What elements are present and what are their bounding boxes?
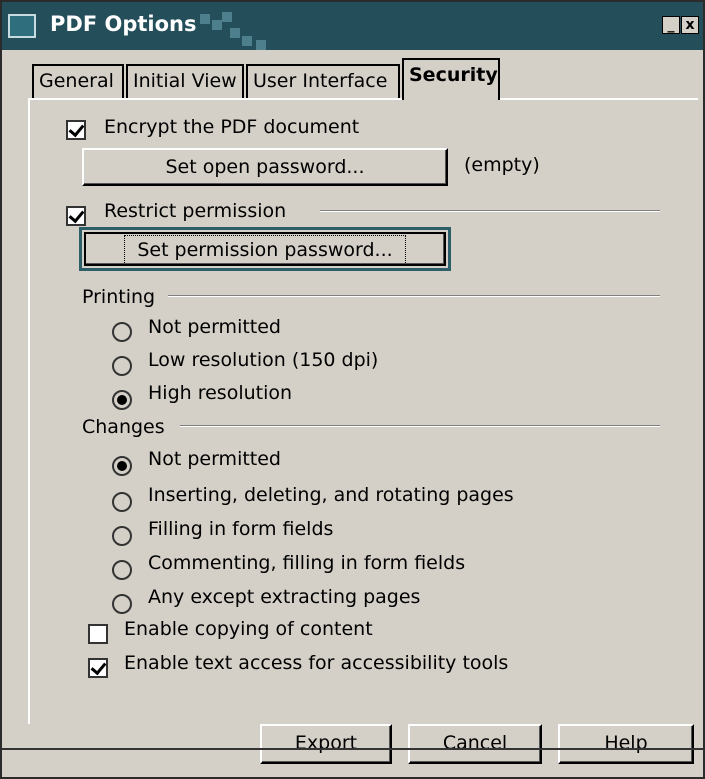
printing-high-resolution-label: High resolution	[148, 382, 293, 404]
changes-commenting-label: Commenting, filling in form fields	[148, 552, 466, 574]
changes-not-permitted-label: Not permitted	[148, 448, 281, 470]
set-open-password-button[interactable]: Set open password...	[82, 148, 448, 186]
pdf-options-dialog: PDF Options _ x General Initial View Use…	[0, 0, 705, 779]
title-bar[interactable]: PDF Options _ x	[2, 2, 703, 50]
tab-general[interactable]: General	[32, 64, 124, 98]
printing-low-resolution-label: Low resolution (150 dpi)	[148, 349, 379, 371]
window-title: PDF Options	[50, 12, 197, 36]
set-permission-password-button[interactable]: Set permission password...	[79, 227, 451, 271]
changes-commenting-radio[interactable]	[112, 560, 132, 580]
tab-user-interface[interactable]: User Interface	[246, 64, 400, 98]
enable-copying-checkbox[interactable]	[88, 624, 108, 644]
printing-high-resolution-radio[interactable]	[112, 390, 132, 410]
tab-initial-view[interactable]: Initial View	[126, 64, 244, 98]
tab-security[interactable]: Security	[402, 58, 500, 100]
changes-any-except-extracting-radio[interactable]	[112, 594, 132, 614]
open-password-status: (empty)	[464, 154, 540, 176]
printing-divider	[168, 295, 660, 297]
changes-heading: Changes	[82, 416, 165, 438]
changes-inserting-label: Inserting, deleting, and rotating pages	[148, 484, 514, 506]
changes-inserting-radio[interactable]	[112, 492, 132, 512]
encrypt-label: Encrypt the PDF document	[104, 116, 360, 138]
printing-not-permitted-radio[interactable]	[112, 322, 132, 342]
dialog-bottom-edge	[2, 748, 703, 750]
changes-any-except-extracting-label: Any except extracting pages	[148, 586, 421, 608]
enable-copying-label: Enable copying of content	[124, 618, 373, 640]
window-menu-icon[interactable]	[8, 14, 36, 38]
title-decoration	[200, 10, 290, 50]
printing-low-resolution-radio[interactable]	[112, 356, 132, 376]
enable-accessibility-checkbox[interactable]	[88, 658, 108, 678]
restrict-permission-label: Restrict permission	[104, 200, 287, 222]
changes-divider	[180, 425, 660, 427]
printing-not-permitted-label: Not permitted	[148, 316, 281, 338]
set-permission-password-label: Set permission password...	[124, 235, 406, 265]
encrypt-checkbox[interactable]	[66, 120, 86, 140]
changes-filling-forms-radio[interactable]	[112, 526, 132, 546]
close-button[interactable]: x	[681, 16, 699, 34]
restrict-divider	[320, 210, 660, 212]
cancel-button[interactable]: Cancel	[408, 724, 542, 764]
restrict-permission-checkbox[interactable]	[66, 206, 86, 226]
enable-accessibility-label: Enable text access for accessibility too…	[124, 652, 509, 674]
export-button[interactable]: Export	[260, 724, 392, 764]
minimize-button[interactable]: _	[662, 16, 680, 34]
changes-not-permitted-radio[interactable]	[112, 456, 132, 476]
help-button[interactable]: Help	[558, 724, 694, 764]
printing-heading: Printing	[82, 286, 156, 308]
changes-filling-forms-label: Filling in form fields	[148, 518, 334, 540]
